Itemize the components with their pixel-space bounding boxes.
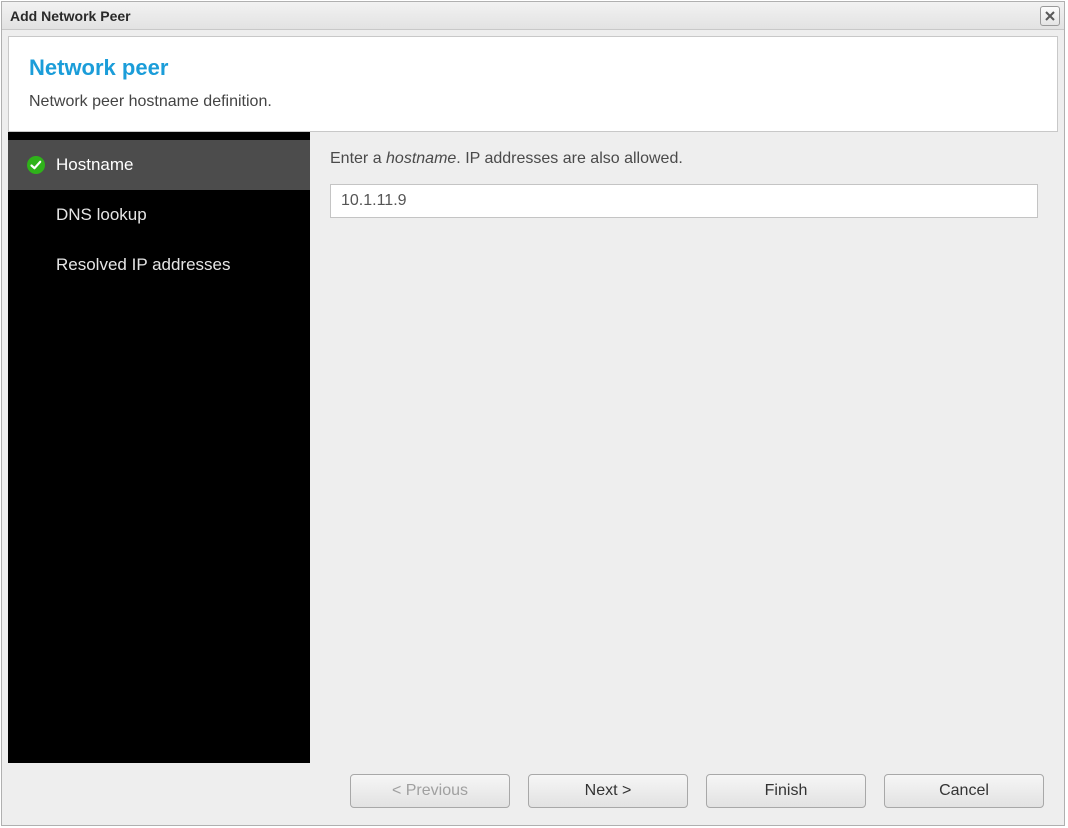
footer-buttons: < Previous Next > Finish Cancel [8, 763, 1058, 819]
dialog-add-network-peer: Add Network Peer Network peer Network pe… [1, 1, 1065, 826]
close-icon [1045, 11, 1055, 21]
previous-button: < Previous [350, 774, 510, 808]
titlebar: Add Network Peer [2, 2, 1064, 30]
sidebar-item-label: Resolved IP addresses [56, 255, 231, 275]
page-title: Network peer [29, 55, 1037, 81]
header-panel: Network peer Network peer hostname defin… [8, 36, 1058, 132]
instruction-text: Enter a hostname. IP addresses are also … [330, 150, 1038, 168]
step-icon-placeholder [26, 255, 46, 275]
cancel-button[interactable]: Cancel [884, 774, 1044, 808]
close-button[interactable] [1040, 6, 1060, 26]
sidebar-item-dns-lookup[interactable]: DNS lookup [8, 190, 310, 240]
step-icon-placeholder [26, 205, 46, 225]
hostname-input[interactable] [330, 184, 1038, 218]
sidebar-item-label: DNS lookup [56, 205, 147, 225]
sidebar-item-hostname[interactable]: Hostname [8, 140, 310, 190]
sidebar-item-resolved-ip[interactable]: Resolved IP addresses [8, 240, 310, 290]
content-panel: Enter a hostname. IP addresses are also … [310, 132, 1058, 763]
page-subtitle: Network peer hostname definition. [29, 93, 1037, 111]
sidebar-item-label: Hostname [56, 155, 133, 175]
check-circle-icon [26, 155, 46, 175]
instruction-prefix: Enter a [330, 150, 386, 167]
body: Hostname DNS lookup Resolved IP addresse… [8, 132, 1058, 763]
wizard-steps-sidebar: Hostname DNS lookup Resolved IP addresse… [8, 132, 310, 763]
window-title: Add Network Peer [10, 8, 131, 24]
instruction-suffix: . IP addresses are also allowed. [456, 150, 683, 167]
finish-button[interactable]: Finish [706, 774, 866, 808]
instruction-emphasis: hostname [386, 150, 456, 167]
next-button[interactable]: Next > [528, 774, 688, 808]
